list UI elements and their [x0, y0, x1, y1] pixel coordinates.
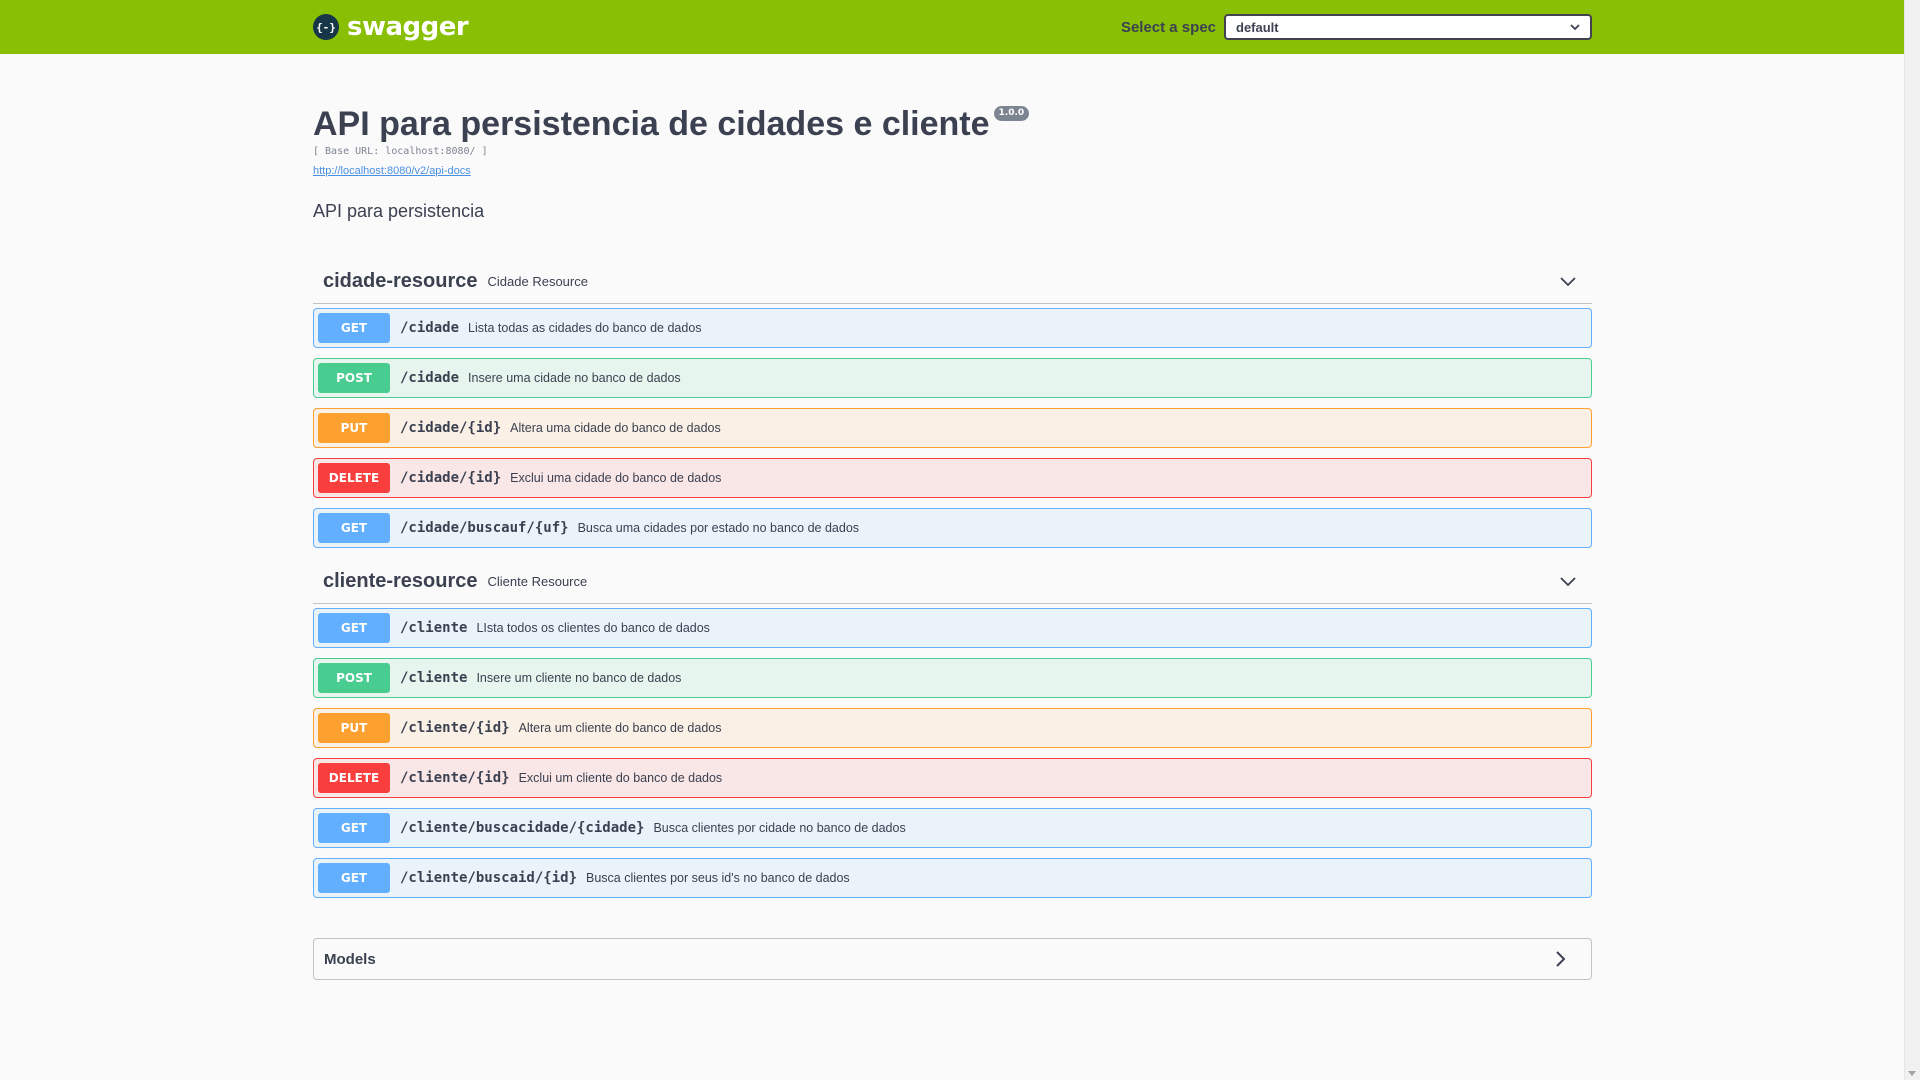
method-badge: GET [318, 613, 390, 643]
api-description: API para persistencia [313, 201, 485, 221]
method-badge: PUT [318, 713, 390, 743]
operation-path: /cidade [400, 320, 460, 336]
operation-path: /cliente/buscaid/{id} [400, 870, 578, 886]
operation-get[interactable]: GET/cliente LIsta todos os clientes do ba… [313, 608, 1592, 648]
chevron-right-icon [1555, 950, 1567, 968]
spec-selector: Select a spec default [1121, 14, 1592, 40]
method-badge: GET [318, 863, 390, 893]
topbar: {-} swagger Select a spec default [0, 0, 1905, 54]
models-section[interactable]: Models [313, 938, 1592, 980]
topbar-inner: {-} swagger Select a spec default [313, 0, 1592, 54]
operation-put[interactable]: PUT/cidade/{id} Altera uma cidade do banc… [313, 408, 1592, 448]
tag-name: cliente-resource [323, 570, 478, 592]
scroll-down-arrow-icon[interactable] [1908, 1071, 1916, 1076]
method-badge: POST [318, 663, 390, 693]
title-row: API para persistencia de cidades e clien… [313, 104, 1592, 144]
vertical-scrollbar[interactable] [1904, 0, 1920, 1080]
operation-path: /cliente/{id} [400, 720, 510, 736]
models-title: Models [324, 950, 376, 968]
method-badge: DELETE [318, 463, 390, 493]
operation-path: /cliente [400, 620, 468, 636]
tag-header[interactable]: cliente-resource Cliente Resource [313, 560, 1592, 604]
chevron-down-icon[interactable] [1558, 272, 1578, 292]
operation-path: /cliente/buscacidade/{cidade} [400, 820, 645, 836]
operation-list: GET/cliente LIsta todos os clientes do ba… [313, 608, 1592, 898]
page-title: API para persistencia de cidades e clien… [313, 105, 990, 143]
method-badge: GET [318, 513, 390, 543]
method-badge: POST [318, 363, 390, 393]
operation-summary: Exclui uma cidade do banco de dados [510, 471, 722, 485]
spec-select-value: default [1236, 19, 1279, 35]
spec-select[interactable]: default [1224, 14, 1592, 40]
operation-get[interactable]: GET/cliente/buscacidade/{cidade} Busca cl… [313, 808, 1592, 848]
method-badge: PUT [318, 413, 390, 443]
operation-list: GET/cidade Lista todas as cidades do banc… [313, 308, 1592, 548]
operation-post[interactable]: POST/cliente Insere um cliente no banco d… [313, 658, 1592, 698]
operation-delete[interactable]: DELETE/cidade/{id} Exclui uma cidade do b… [313, 458, 1592, 498]
tag-section-cidade-resource: cidade-resource Cidade Resource GET/cidade… [313, 260, 1592, 548]
operation-get[interactable]: GET/cliente/buscaid/{id} Busca clientes p… [313, 858, 1592, 898]
operation-summary: Busca clientes por seus id's no banco de… [586, 871, 850, 885]
operation-summary: Insere uma cidade no banco de dados [468, 371, 681, 385]
swagger-logo-icon: {-} [313, 14, 339, 40]
operation-get[interactable]: GET/cidade/buscauf/{uf} Busca uma cidades… [313, 508, 1592, 548]
swagger-logo[interactable]: {-} swagger [313, 12, 469, 42]
version-badge: 1.0.0 [993, 106, 1030, 121]
tag-name: cidade-resource [323, 270, 478, 292]
method-badge: GET [318, 313, 390, 343]
operation-put[interactable]: PUT/cliente/{id} Altera um cliente do ban… [313, 708, 1592, 748]
api-docs-link[interactable]: http://localhost:8080/v2/api-docs [313, 165, 471, 177]
chevron-down-icon[interactable] [1558, 572, 1578, 592]
operation-post[interactable]: POST/cidade Insere uma cidade no banco de… [313, 358, 1592, 398]
tag-description: Cliente Resource [487, 574, 588, 589]
operation-summary: Altera uma cidade do banco de dados [510, 421, 721, 435]
operation-path: /cidade [400, 370, 460, 386]
operation-path: /cidade/{id} [400, 470, 502, 486]
operation-path: /cidade/{id} [400, 420, 502, 436]
operation-summary: Exclui um cliente do banco de dados [518, 771, 723, 785]
operation-delete[interactable]: DELETE/cliente/{id} Exclui um cliente do … [313, 758, 1592, 798]
operation-summary: Busca uma cidades por estado no banco de… [577, 521, 860, 535]
api-info: API para persistencia de cidades e clien… [313, 54, 1592, 222]
main-content: API para persistencia de cidades e clien… [313, 54, 1592, 980]
method-badge: DELETE [318, 763, 390, 793]
operation-summary: Altera um cliente do banco de dados [518, 721, 722, 735]
operation-path: /cidade/buscauf/{uf} [400, 520, 569, 536]
tag-description: Cidade Resource [487, 274, 588, 289]
tag-section-cliente-resource: cliente-resource Cliente Resource GET/clie… [313, 560, 1592, 898]
tag-list: cidade-resource Cidade Resource GET/cidade… [313, 260, 1592, 898]
operation-summary: LIsta todos os clientes do banco de dado… [476, 621, 710, 635]
base-url: [ Base URL: localhost:8080/ ] [313, 146, 488, 157]
chevron-down-icon [1570, 24, 1580, 31]
method-badge: GET [318, 813, 390, 843]
spec-label: Select a spec [1120, 18, 1216, 36]
operation-summary: Busca clientes por cidade no banco de da… [653, 821, 906, 835]
tag-header[interactable]: cidade-resource Cidade Resource [313, 260, 1592, 304]
operation-summary: Insere um cliente no banco de dados [476, 671, 682, 685]
operation-summary: Lista todas as cidades do banco de dados [468, 321, 702, 335]
swagger-logo-text: swagger [347, 12, 469, 42]
operation-path: /cliente [400, 670, 468, 686]
operation-path: /cliente/{id} [400, 770, 510, 786]
operation-get[interactable]: GET/cidade Lista todas as cidades do banc… [313, 308, 1592, 348]
